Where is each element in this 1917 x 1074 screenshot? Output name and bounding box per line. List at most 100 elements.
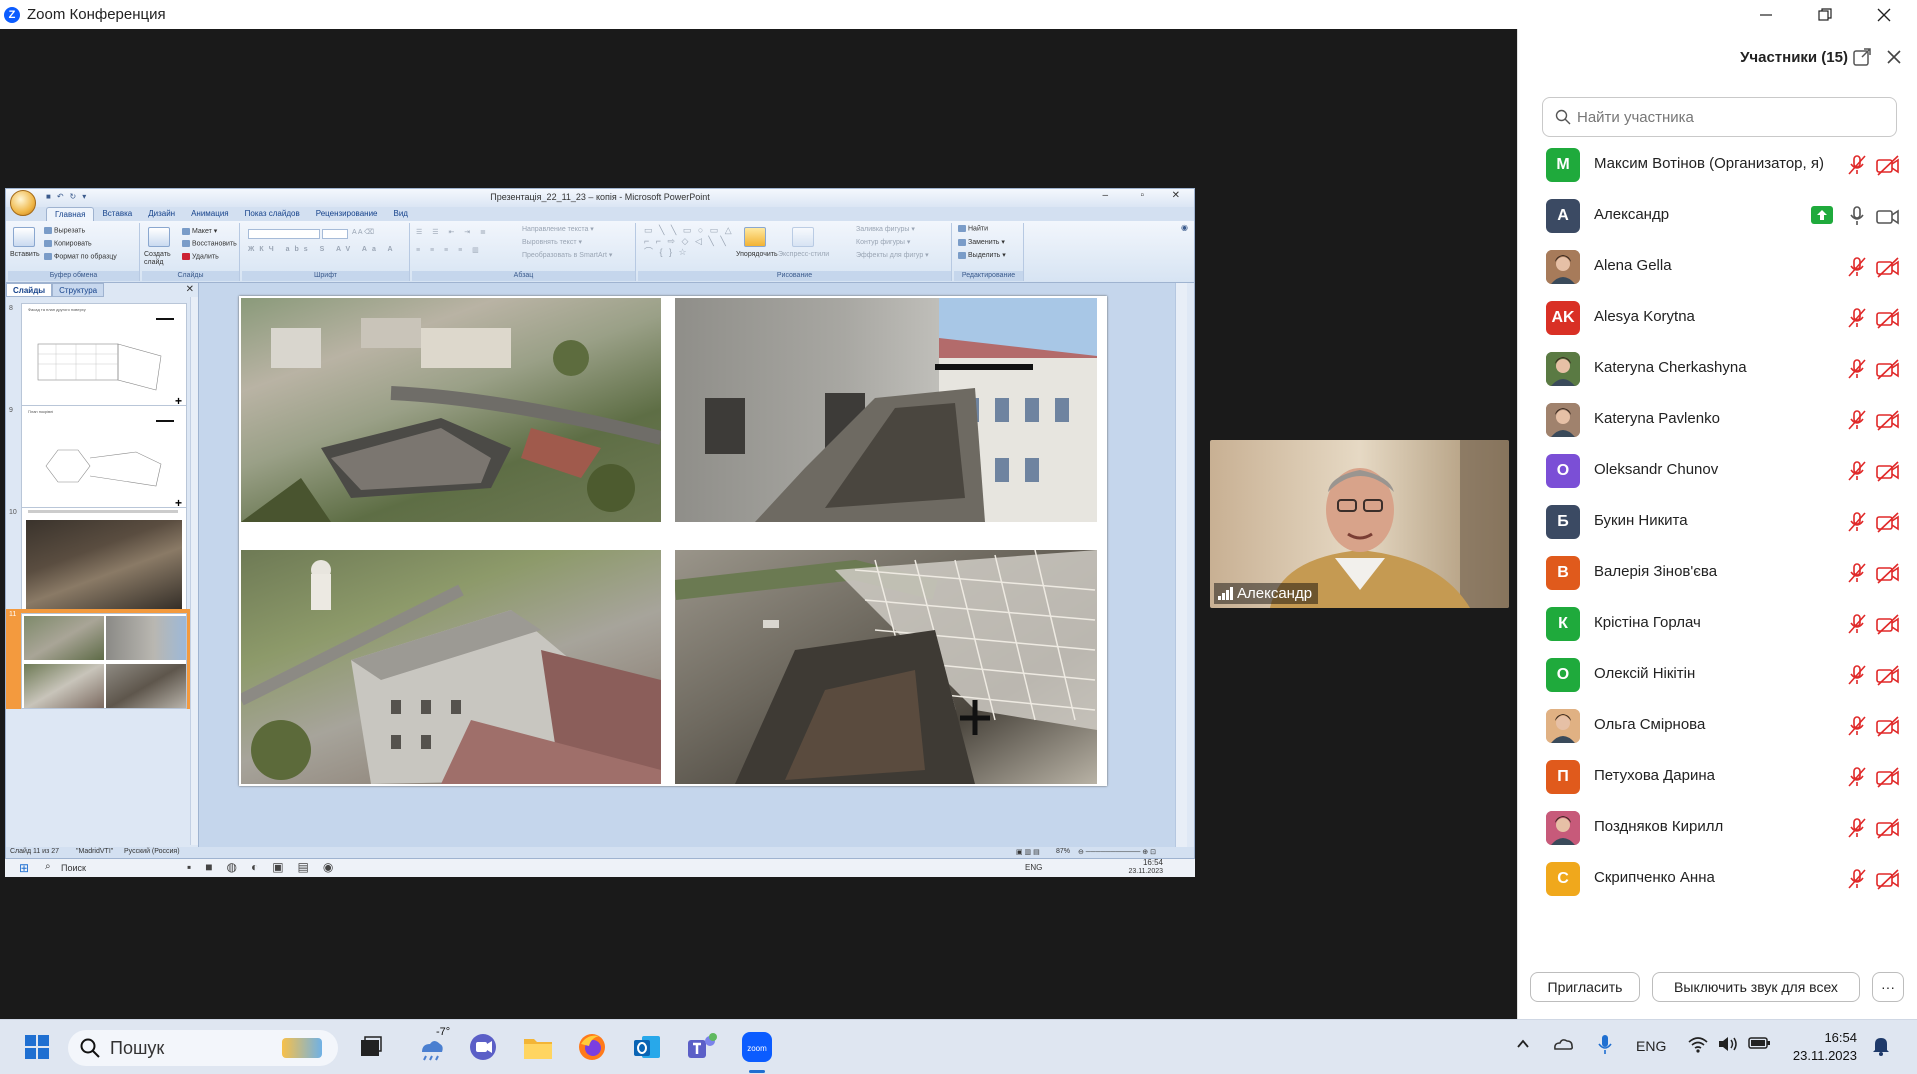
current-slide[interactable] (239, 296, 1107, 786)
camera-off-icon[interactable] (1875, 358, 1901, 380)
quick-styles-button[interactable]: Экспресс-стили (778, 251, 829, 258)
paste-button[interactable]: Вставить (10, 251, 40, 258)
participant-search-input[interactable] (1577, 108, 1877, 126)
wifi-icon[interactable] (1687, 1035, 1709, 1056)
slides-pane-scrollbar[interactable] (190, 297, 198, 845)
new-slide-icon[interactable] (148, 227, 170, 247)
teams-icon[interactable] (685, 1030, 719, 1064)
camera-off-icon[interactable] (1875, 766, 1901, 788)
camera-off-icon[interactable] (1875, 460, 1901, 482)
mic-muted-icon[interactable] (1846, 154, 1868, 176)
shape-effects-button[interactable]: Эффекты для фигур ▾ (856, 251, 929, 259)
text-direction-button[interactable]: Направление текста ▾ (522, 225, 594, 233)
slides-pane-close-icon[interactable]: ✕ (186, 284, 194, 295)
close-panel-icon[interactable] (1884, 47, 1904, 67)
slide-editing-area[interactable] (199, 283, 1187, 847)
tab-review[interactable]: Рецензирование (308, 207, 386, 221)
participant-row[interactable]: M Максим Вотінов (Организатор, я) (1518, 140, 1917, 191)
camera-off-icon[interactable] (1875, 868, 1901, 890)
participant-row[interactable]: A Александр (1518, 191, 1917, 242)
mic-muted-icon[interactable] (1846, 868, 1868, 890)
mic-muted-icon[interactable] (1846, 358, 1868, 380)
font-size-select[interactable] (322, 229, 348, 239)
tab-view[interactable]: Вид (386, 207, 416, 221)
chat-icon[interactable] (466, 1030, 500, 1064)
camera-off-icon[interactable] (1875, 664, 1901, 686)
pp-close-icon[interactable]: ✕ (1172, 190, 1180, 201)
new-slide-button[interactable]: Создать слайд (144, 251, 178, 267)
close-icon[interactable] (1855, 0, 1913, 29)
camera-off-icon[interactable] (1875, 154, 1901, 176)
onedrive-icon[interactable] (1552, 1035, 1574, 1056)
slide-scrollbar[interactable] (1175, 283, 1187, 847)
more-options-button[interactable]: ··· (1872, 972, 1904, 1002)
pp-minimize-icon[interactable]: – (1102, 190, 1108, 201)
font-format-icons[interactable]: ЖКЧ abs S AV Aa A (248, 246, 398, 253)
replace-button[interactable]: Заменить ▾ (958, 238, 1005, 246)
battery-icon[interactable] (1748, 1035, 1772, 1054)
taskbar-clock[interactable]: 16:54 23.11.2023 (1787, 1029, 1857, 1065)
align-buttons[interactable]: ≡ ≡ ≡ ≡ ▥ (416, 246, 483, 254)
restore-icon[interactable] (1796, 0, 1854, 29)
mic-muted-icon[interactable] (1846, 715, 1868, 737)
mic-muted-icon[interactable] (1846, 256, 1868, 278)
participant-row[interactable]: AK Alesya Korytna (1518, 293, 1917, 344)
mic-muted-icon[interactable] (1846, 613, 1868, 635)
participant-row[interactable]: O Oleksandr Chunov (1518, 446, 1917, 497)
format-painter-button[interactable]: Формат по образцу (44, 253, 117, 260)
participant-search[interactable] (1542, 97, 1897, 137)
participant-row[interactable]: О Олексій Нікітін (1518, 650, 1917, 701)
camera-icon[interactable] (1875, 205, 1901, 227)
mic-icon[interactable] (1846, 205, 1868, 227)
tab-design[interactable]: Дизайн (140, 207, 183, 221)
arrange-button[interactable]: Упорядочить (736, 251, 778, 258)
shapes-gallery[interactable]: ▭ ╲ ╲ ▭ ○ ▭ △ ⌐ ⌐ ⇨ ◇ ◁ ╲ ╲ ⌒ { } ☆ (644, 225, 734, 258)
font-name-select[interactable] (248, 229, 320, 239)
camera-off-icon[interactable] (1875, 562, 1901, 584)
camera-off-icon[interactable] (1875, 511, 1901, 533)
participant-row[interactable]: Ольга Смірнова (1518, 701, 1917, 752)
minimize-icon[interactable] (1737, 0, 1795, 29)
align-text-button[interactable]: Выровнять текст ▾ (522, 238, 582, 246)
convert-smartart-button[interactable]: Преобразовать в SmartArt ▾ (522, 251, 612, 259)
participant-row[interactable]: Б Букин Никита (1518, 497, 1917, 548)
zoom-icon[interactable]: zoom (740, 1030, 774, 1073)
shared-screen[interactable]: ■ ↶ ↻ ▾ Презентація_22_11_23 – копія - M… (5, 188, 1195, 859)
delete-slide-button[interactable]: Удалить (182, 253, 219, 260)
layout-button[interactable]: Макет ▾ (182, 227, 217, 235)
arrange-icon[interactable] (744, 227, 766, 247)
shape-fill-button[interactable]: Заливка фигуры ▾ (856, 225, 915, 233)
mic-muted-icon[interactable] (1846, 664, 1868, 686)
participant-row[interactable]: Поздняков Кирилл (1518, 803, 1917, 854)
find-button[interactable]: Найти (958, 225, 988, 232)
mic-muted-icon[interactable] (1846, 409, 1868, 431)
office-button-icon[interactable] (10, 190, 36, 216)
pp-restore-icon[interactable]: ▫ (1140, 190, 1144, 201)
outlook-icon[interactable] (630, 1030, 664, 1064)
paste-icon[interactable] (13, 227, 35, 247)
volume-icon[interactable] (1717, 1035, 1739, 1056)
tab-home[interactable]: Главная (46, 207, 95, 221)
file-explorer-icon[interactable] (521, 1030, 555, 1064)
tab-outline[interactable]: Структура (52, 283, 105, 297)
camera-off-icon[interactable] (1875, 817, 1901, 839)
mic-muted-icon[interactable] (1846, 817, 1868, 839)
mic-muted-icon[interactable] (1846, 307, 1868, 329)
firefox-icon[interactable] (575, 1030, 609, 1064)
list-buttons[interactable]: ☰ ☰ ⇤ ⇥ ≣ (416, 228, 490, 236)
notifications-icon[interactable] (1871, 1035, 1891, 1060)
cut-button[interactable]: Вырезать (44, 227, 85, 234)
mute-all-button[interactable]: Выключить звук для всех (1652, 972, 1860, 1002)
select-button[interactable]: Выделить ▾ (958, 251, 1006, 259)
keyboard-language[interactable]: ENG (1636, 1038, 1666, 1054)
help-icon[interactable]: ◉ (1181, 223, 1188, 232)
participant-row[interactable]: Kateryna Cherkashyna (1518, 344, 1917, 395)
participant-row[interactable]: П Петухова Дарина (1518, 752, 1917, 803)
participant-row[interactable]: В Валерія Зінов'єва (1518, 548, 1917, 599)
camera-off-icon[interactable] (1875, 613, 1901, 635)
chevron-up-icon[interactable] (1515, 1036, 1531, 1055)
invite-button[interactable]: Пригласить (1530, 972, 1640, 1002)
tab-slideshow[interactable]: Показ слайдов (237, 207, 308, 221)
participant-row[interactable]: Alena Gella (1518, 242, 1917, 293)
task-view-icon[interactable] (354, 1030, 388, 1064)
